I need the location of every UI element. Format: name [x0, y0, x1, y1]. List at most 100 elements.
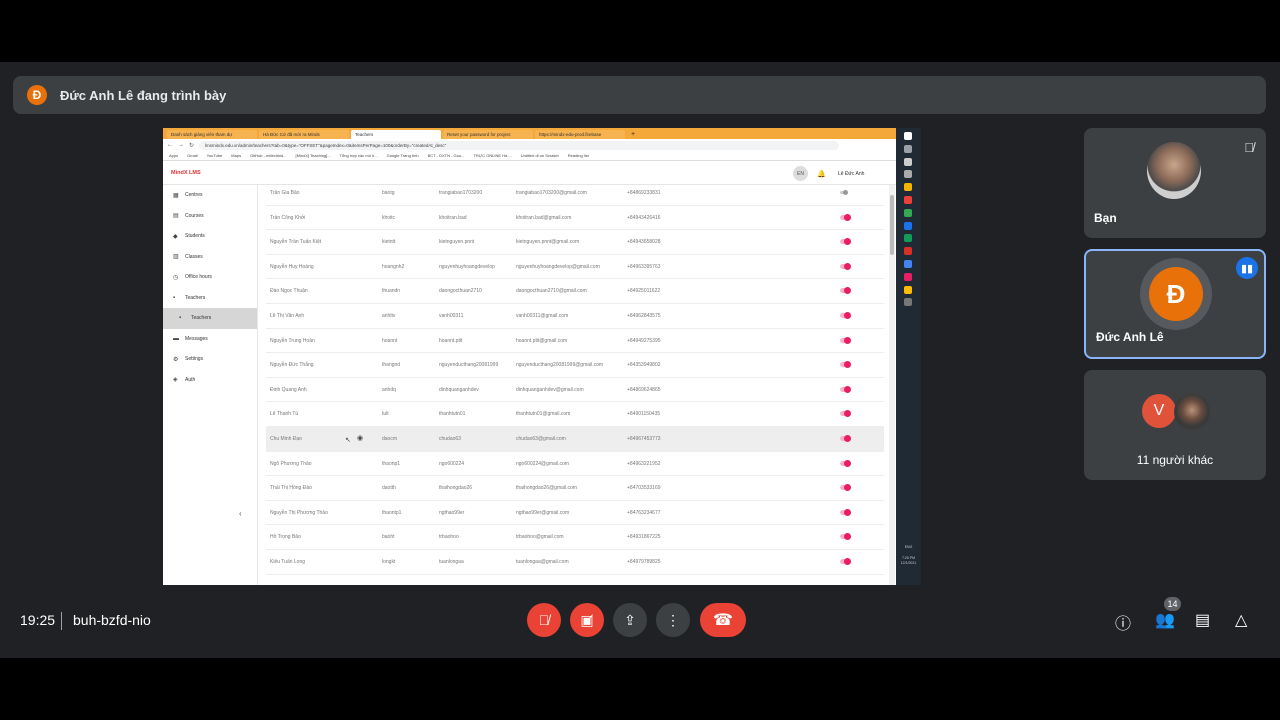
browser-tab[interactable]: https://mindx-edu-prod.firebase — [535, 130, 625, 139]
bookmark[interactable]: Tổng hợp các mô h... — [340, 153, 378, 158]
end-call-button[interactable]: ☎ — [700, 603, 746, 637]
table-row[interactable]: Nguyễn Đức Thắng thangnd nguyenducthang200… — [266, 353, 884, 378]
bookmark[interactable]: Untitled di on Scratch — [521, 153, 559, 158]
table-row[interactable]: Ngô Phương Thảo thaonp1 ngo600224 ngo600224… — [266, 452, 884, 477]
active-toggle[interactable] — [840, 435, 851, 442]
active-toggle[interactable] — [840, 287, 851, 295]
taskbar-app-icon[interactable] — [904, 298, 912, 307]
bookmark[interactable]: YouTube — [207, 153, 223, 158]
active-toggle[interactable] — [840, 484, 851, 492]
tile-others[interactable]: V 11 người khác — [1084, 370, 1266, 480]
taskbar-app-icon[interactable] — [904, 157, 912, 166]
browser-tab[interactable]: Danh sách giảng viên tham dự — [167, 130, 257, 139]
taskbar-app-icon[interactable] — [904, 183, 912, 192]
table-row[interactable]: Đinh Quang Anh anhdq dinhquanganhdev dinhqu… — [266, 378, 884, 403]
taskbar-app-icon[interactable] — [904, 170, 912, 179]
info-icon[interactable]: ⓘ — [1115, 610, 1131, 634]
activities-icon[interactable]: △ — [1235, 610, 1247, 630]
active-toggle[interactable] — [840, 361, 851, 369]
active-toggle[interactable] — [840, 190, 848, 195]
active-toggle[interactable] — [840, 410, 851, 418]
active-toggle[interactable] — [840, 336, 851, 344]
bookmark[interactable]: Maps — [231, 153, 241, 158]
bookmark[interactable]: Gmail — [187, 153, 197, 158]
taskbar-app-icon[interactable] — [904, 260, 912, 268]
table-row[interactable]: Trần Gia Bảo baotg trangiabao1703200 trangi… — [266, 185, 884, 206]
sidebar-item-students[interactable]: ◆ Students — [163, 226, 257, 247]
meeting-code[interactable]: buh-bzfd-nio — [73, 612, 151, 628]
taskbar-app-icon[interactable] — [904, 285, 912, 294]
bookmark[interactable]: Apps — [169, 153, 178, 158]
language-button[interactable]: EN — [793, 166, 808, 181]
tile-presenter[interactable]: Đ ▮▮ Đức Anh Lê — [1084, 249, 1266, 359]
active-toggle[interactable] — [840, 533, 851, 541]
tile-self[interactable]: 🎙̸ Bạn — [1084, 128, 1266, 238]
sidebar-item-classes[interactable]: ▥ Classes — [163, 247, 257, 268]
sidebar-item-centres[interactable]: ▦ Centres — [163, 185, 257, 206]
page-scrollbar[interactable] — [889, 185, 895, 585]
sidebar-item-auth[interactable]: ◈ Auth — [163, 370, 257, 391]
active-toggle[interactable] — [840, 508, 851, 516]
view-eye-icon[interactable]: ◉ — [357, 434, 363, 442]
active-toggle[interactable] — [840, 262, 851, 270]
app-logo[interactable]: MindX LMS — [171, 170, 201, 176]
camera-off-button[interactable]: ▣̸ — [570, 603, 604, 637]
table-row[interactable]: Nguyễn Trung Hoàn hoannt hoannt.ptit hoannt… — [266, 329, 884, 354]
sidebar-item-office-hours[interactable]: ◷ Office hours — [163, 267, 257, 288]
scroll-thumb[interactable] — [890, 195, 894, 255]
table-row[interactable]: Nguyễn Trần Tuấn Kiệt kietntt kietnguyen.p… — [266, 230, 884, 255]
sidebar-item-settings[interactable]: ⚙ Settings — [163, 349, 257, 370]
browser-tab[interactable]: Reset your password for project — [443, 130, 533, 139]
taskbar-clock[interactable]: 7:25 PM — [898, 556, 919, 560]
table-row[interactable]: Chu Minh Đạo daocm chudao63 chudao63@gmail.… — [266, 427, 884, 452]
table-row[interactable]: Hồ Trọng Bảo baoht trbaohoo trbaohoo@gmail.… — [266, 525, 884, 550]
new-tab-button[interactable]: + — [631, 130, 635, 139]
taskbar-app-icon[interactable] — [904, 196, 912, 204]
table-row[interactable]: Thái Thị Hồng Đào daotth thaihongdao26 thai… — [266, 476, 884, 501]
taskbar-app-icon[interactable] — [904, 144, 912, 153]
mic-off-button[interactable]: 🎙̸ — [527, 603, 561, 637]
active-toggle[interactable] — [840, 238, 851, 246]
taskbar-app-icon[interactable] — [904, 132, 912, 140]
active-toggle[interactable] — [840, 385, 851, 393]
taskbar-app-icon[interactable] — [904, 234, 912, 243]
sidebar-item-courses[interactable]: ▤ Courses — [163, 206, 257, 227]
chat-icon[interactable]: ▤ — [1195, 610, 1210, 630]
bell-icon[interactable]: 🔔 — [817, 170, 826, 178]
bookmark[interactable]: BCT - DXTN - Goo... — [428, 153, 465, 158]
bookmark[interactable]: GitHub - edtechkid... — [250, 153, 286, 158]
bookmark[interactable]: TRỰC ONLINE Hà ... — [473, 153, 511, 158]
back-icon[interactable]: ← — [167, 142, 173, 148]
active-toggle[interactable] — [840, 558, 851, 565]
sidebar-item-messages[interactable]: ▬ Messages — [163, 329, 257, 350]
table-row[interactable]: Nguyễn Huy Hoàng hoangnh2 nguyenhuyhoangde… — [266, 255, 884, 280]
more-options-button[interactable]: ⋮ — [656, 603, 690, 637]
browser-tab-active[interactable]: Teachers — [351, 130, 441, 139]
taskbar-app-icon[interactable] — [904, 272, 912, 281]
bookmark[interactable]: [MindX] Teaching]... — [296, 153, 331, 158]
browser-tab[interactable]: Hà Đức Cử đã mời ra Minds — [259, 130, 349, 139]
table-row[interactable]: Nguyễn Thị Phương Thảo thaontp1 ngthao99er… — [266, 501, 884, 526]
table-row[interactable]: Trần Công Khởi khoitc khoitran.bad khoitran… — [266, 206, 884, 231]
people-icon[interactable]: 👥 — [1155, 610, 1175, 630]
table-row[interactable]: Kiều Tuấn Long longkt tuanlongaa tuanlongaa… — [266, 550, 884, 575]
bookmark[interactable]: Reading list — [568, 153, 589, 158]
taskbar-date[interactable]: 12/1/2021 — [898, 561, 919, 565]
table-row[interactable]: Đào Ngọc Thuận thuandn daongocthuan2710 dao… — [266, 279, 884, 304]
active-toggle[interactable] — [840, 459, 851, 467]
taskbar-lang[interactable]: ENG — [898, 545, 919, 549]
collapse-sidebar-icon[interactable]: ‹ — [239, 509, 242, 518]
taskbar-app-icon[interactable] — [904, 221, 912, 230]
sidebar-item-teachers[interactable]: ▪ Teachers — [163, 288, 257, 309]
active-toggle[interactable] — [840, 312, 851, 319]
table-row[interactable]: Lê Thị Vân Anh anhltv vanh00311 vanh00311@g… — [266, 304, 884, 329]
table-row[interactable]: Lê Thanh Tú tult thanhtutn01 thanhtutn01@gm… — [266, 402, 884, 427]
taskbar-app-icon[interactable] — [904, 208, 912, 217]
reload-icon[interactable]: ↻ — [189, 142, 194, 149]
url-field[interactable]: lmsmindx.edu.vn/admin/teachers?tab=0&typ… — [199, 140, 840, 150]
taskbar-app-icon[interactable] — [904, 247, 912, 256]
present-button[interactable]: ⇪ — [613, 603, 647, 637]
active-toggle[interactable] — [840, 213, 851, 221]
forward-icon[interactable]: → — [178, 142, 184, 148]
sidebar-item-teachers[interactable]: ▪ Teachers — [163, 308, 257, 329]
